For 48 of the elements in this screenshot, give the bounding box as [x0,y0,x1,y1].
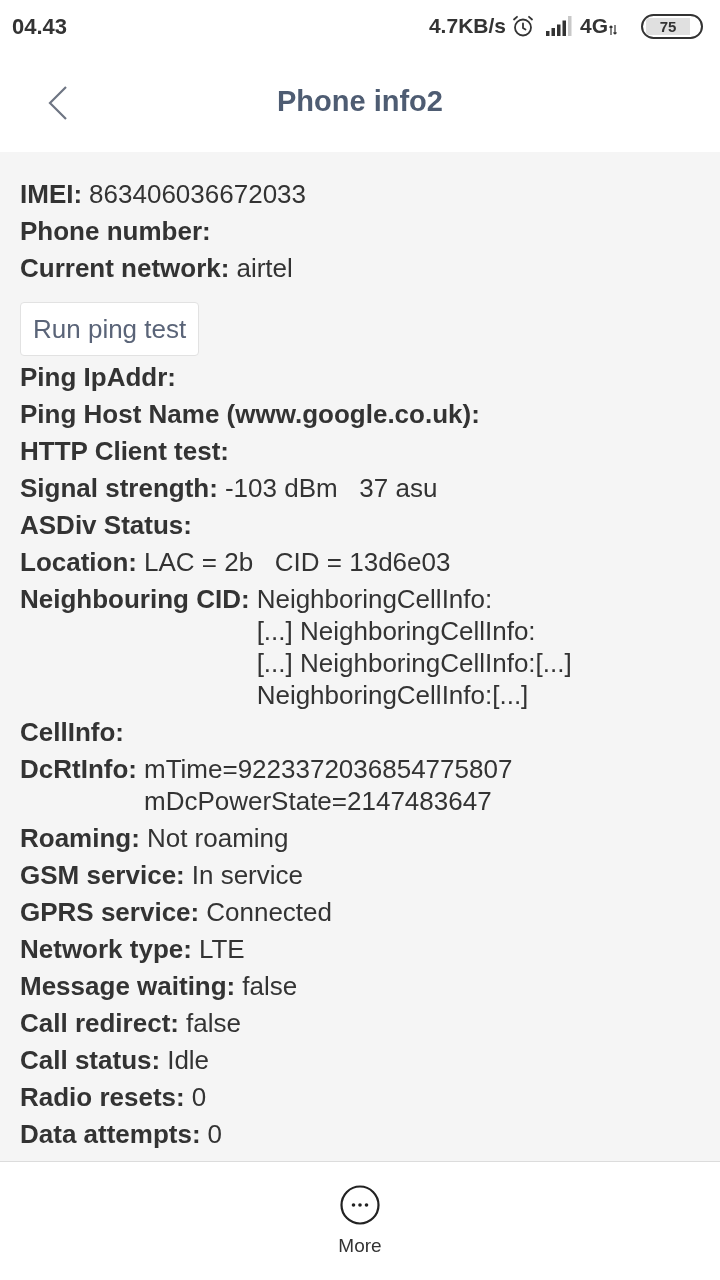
field-label: HTTP Client test: [20,435,229,467]
field-label: Phone number: [20,215,211,247]
field-value: Connected [206,896,332,928]
field-label: Call redirect: [20,1007,179,1039]
signal-bars-icon [546,16,574,36]
field-label: GSM service: [20,859,185,891]
field-value: 863406036672033 [89,178,306,210]
battery-percent: 75 [646,17,690,35]
field-label: ASDiv Status: [20,509,192,541]
field-value: LTE [198,933,245,965]
more-button[interactable]: More [338,1185,382,1258]
field-value: airtel [236,252,293,284]
field-value: false [242,970,298,1002]
more-icon [340,1185,380,1225]
field-label: DcRtInfo: [20,753,137,785]
field-label: Message waiting: [20,970,236,1002]
field-label: Network type: [20,933,192,965]
field-value: LAC = 2b CID = 13d6e03 [144,546,451,578]
field-label: Call status: [20,1044,161,1076]
field-value: 0 [207,1118,223,1150]
alarm-clock-icon [512,15,534,37]
field-label: Ping Host Name (www.google.co.uk): [20,398,480,430]
field-label: Current network: [20,252,230,284]
field-label: Neighbouring CID: [20,583,250,615]
field-label: CellInfo: [20,716,124,748]
field-value: In service [191,859,303,891]
field-label: GPRS service: [20,896,200,928]
field-label: Location: [20,546,137,578]
field-value: 0 [191,1081,207,1113]
field-label: Roaming: [20,822,140,854]
field-label: Signal strength: [20,472,218,504]
field-value: false [185,1007,241,1039]
run-ping-test-button[interactable]: Run ping test [20,302,200,356]
field-value: -103 dBm 37 asu [224,472,438,504]
field-label: IMEI: [20,178,83,210]
field-value: Idle [167,1044,210,1076]
network-speed: 4.7KB/s [428,13,506,40]
status-time: 04.43 [12,12,68,41]
field-label: Radio resets: [20,1081,185,1113]
field-value: mTime=9223372036854775807 mDcPowerState=2147483647 [144,753,513,817]
data-arrows-icon [609,25,617,35]
network-type: 4G [580,13,608,40]
field-value: NeighboringCellInfo: [...] NeighboringCellInfo: [...] NeighboringCellInfo:[...] NeighboringCellInfo:[...] [256,583,572,711]
field-value: Not roaming [146,822,289,854]
field-label: Data attempts: [20,1118,201,1150]
back-icon[interactable] [48,86,68,120]
field-label: Ping IpAddr: [20,361,176,393]
page-title: Phone info2 [277,84,443,120]
